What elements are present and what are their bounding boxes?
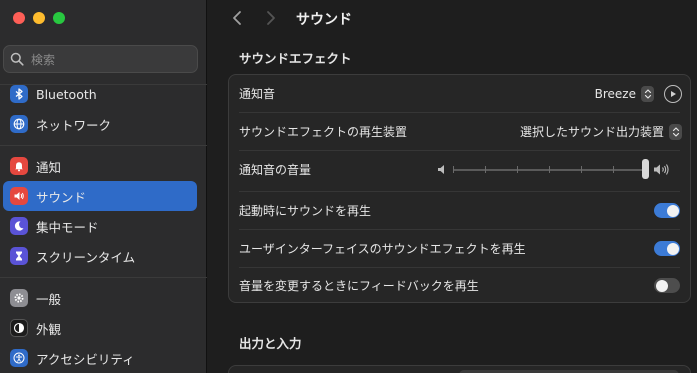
startup-sound-toggle[interactable] (654, 203, 680, 218)
gear-icon (10, 289, 28, 307)
sidebar-item-focus[interactable]: 集中モード (3, 211, 197, 241)
slider-tick (453, 166, 454, 173)
sound-effects-panel: 通知音 Breeze サウンドエフェクトの再生装置 選択したサウンド出力装置 通… (228, 74, 691, 303)
appearance-icon (10, 319, 28, 337)
sidebar-item-label: 一般 (36, 291, 62, 307)
speaker-high-icon (654, 164, 669, 175)
sidebar-item-label: Bluetooth (36, 86, 97, 102)
sidebar-item-label: 集中モード (36, 219, 99, 235)
toolbar: サウンド (208, 0, 697, 36)
sidebar-item-accessibility[interactable]: アクセシビリティ (3, 343, 197, 373)
sidebar-divider (0, 145, 207, 146)
search-field[interactable]: 検索 (3, 45, 198, 73)
volume-feedback-toggle[interactable] (654, 278, 680, 293)
ui-sound-effects-row: ユーザインターフェイスのサウンドエフェクトを再生 (229, 230, 690, 267)
slider-tick (485, 166, 486, 173)
accessibility-icon (10, 349, 28, 367)
slider-tick (549, 166, 550, 173)
slider-tick (581, 166, 582, 173)
moon-icon (10, 217, 28, 235)
minimize-window-button[interactable] (33, 12, 45, 24)
sidebar-item-screen-time[interactable]: スクリーンタイム (3, 241, 197, 271)
zoom-window-button[interactable] (53, 12, 65, 24)
updown-chevron-icon (669, 123, 682, 140)
bell-icon (10, 157, 28, 175)
forward-button[interactable] (260, 7, 282, 29)
bluetooth-icon (10, 85, 28, 103)
updown-chevron-icon (641, 85, 654, 102)
alert-volume-row: 通知音の音量 (229, 151, 690, 188)
window-controls (13, 12, 65, 24)
alert-sound-row: 通知音 Breeze (229, 75, 690, 112)
volume-feedback-label: 音量を変更するときにフィードバックを再生 (239, 279, 479, 293)
back-button[interactable] (226, 7, 248, 29)
sidebar-item-network[interactable]: ネットワーク (3, 109, 197, 139)
sidebar-item-label: スクリーンタイム (36, 249, 136, 265)
sidebar-item-appearance[interactable]: 外観 (3, 313, 197, 343)
sidebar-item-bluetooth[interactable]: Bluetooth (3, 79, 197, 109)
volume-feedback-row: 音量を変更するときにフィードバックを再生 (229, 267, 690, 304)
sidebar-item-label: 通知 (36, 159, 62, 175)
startup-sound-label: 起動時にサウンドを再生 (239, 204, 372, 218)
chevron-left-icon (233, 11, 241, 25)
hourglass-icon (10, 247, 28, 265)
speaker-icon (10, 187, 28, 205)
alert-volume-label: 通知音の音量 (239, 163, 312, 177)
ui-sound-effects-toggle[interactable] (654, 241, 680, 256)
alert-volume-slider[interactable] (435, 151, 680, 188)
section-title-output-input: 出力と入力 (239, 336, 302, 351)
sidebar-item-label: サウンド (36, 189, 87, 205)
page-title: サウンド (296, 12, 352, 28)
slider-tick (613, 166, 614, 173)
slider-thumb[interactable] (642, 159, 649, 179)
sidebar: 検索 Bluetooth ネットワーク 通知 サウンド 集中モード スクリーンタ… (0, 0, 207, 373)
globe-icon (10, 115, 28, 133)
section-title-sound-effects: サウンドエフェクト (239, 51, 352, 66)
play-output-popup[interactable]: 選択したサウンド出力装置 (520, 123, 682, 140)
toggle-knob (655, 279, 668, 292)
play-sound-button[interactable] (664, 84, 682, 103)
close-window-button[interactable] (13, 12, 25, 24)
main-content: サウンド サウンドエフェクト 通知音 Breeze サウンドエフェクトの再生装置… (208, 0, 697, 373)
play-icon (671, 90, 676, 97)
alert-sound-popup[interactable]: Breeze (594, 84, 682, 103)
play-output-label: サウンドエフェクトの再生装置 (239, 125, 408, 139)
sidebar-item-label: ネットワーク (36, 117, 112, 133)
sidebar-item-label: アクセシビリティ (36, 351, 135, 367)
alert-sound-value: Breeze (594, 86, 636, 101)
play-output-value: 選択したサウンド出力装置 (519, 125, 664, 139)
chevron-right-icon (267, 11, 275, 25)
search-icon (10, 52, 24, 66)
play-output-row: サウンドエフェクトの再生装置 選択したサウンド出力装置 (229, 113, 690, 150)
toggle-knob (666, 204, 679, 217)
sidebar-divider (0, 277, 207, 278)
startup-sound-row: 起動時にサウンドを再生 (229, 192, 690, 229)
sidebar-item-notifications[interactable]: 通知 (3, 151, 197, 181)
sidebar-item-label: 外観 (36, 321, 62, 337)
toggle-knob (666, 242, 679, 255)
output-input-panel (228, 365, 691, 373)
slider-tick (517, 166, 518, 173)
sidebar-item-sound[interactable]: サウンド (3, 181, 197, 211)
speaker-low-icon (438, 165, 444, 174)
search-placeholder: 検索 (31, 52, 56, 67)
alert-sound-label: 通知音 (239, 87, 276, 101)
sidebar-item-general[interactable]: 一般 (3, 283, 197, 313)
ui-sound-effects-label: ユーザインターフェイスのサウンドエフェクトを再生 (239, 242, 526, 256)
